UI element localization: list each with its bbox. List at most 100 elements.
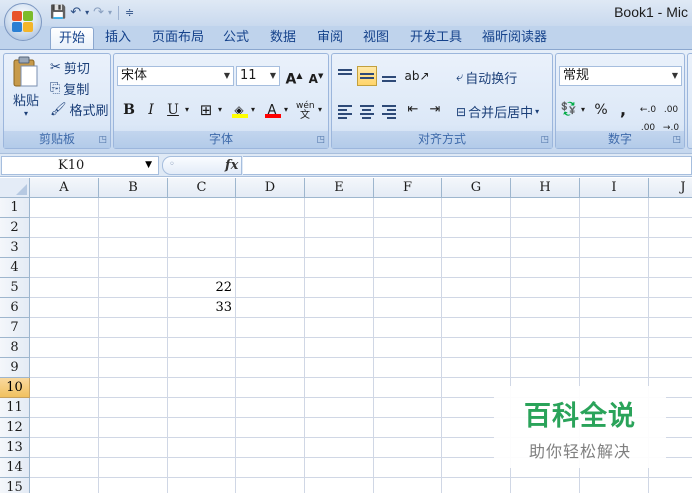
- row-header-12[interactable]: 12: [0, 418, 30, 438]
- column-header-i[interactable]: I: [580, 178, 649, 198]
- wrap-text-button[interactable]: ⤶ 自动换行: [456, 68, 517, 87]
- row-header-1[interactable]: 1: [0, 198, 30, 218]
- bold-button[interactable]: B: [119, 100, 139, 120]
- formula-input[interactable]: [243, 156, 692, 175]
- merge-center-button[interactable]: ⊟ 合并后居中 ▾: [456, 102, 539, 122]
- row-header-4[interactable]: 4: [0, 258, 30, 278]
- resize-handle-icon[interactable]: ◦: [169, 159, 175, 170]
- tab-insert[interactable]: 插入: [105, 26, 131, 49]
- underline-dropdown-icon[interactable]: ▾: [182, 100, 192, 120]
- format-painter-button[interactable]: 🖌 格式刷: [50, 100, 109, 119]
- tab-foxit-reader[interactable]: 福昕阅读器: [482, 26, 547, 49]
- align-right-button[interactable]: [379, 100, 399, 120]
- row-header-7[interactable]: 7: [0, 318, 30, 338]
- column-header-c[interactable]: C: [168, 178, 236, 198]
- alignment-launcher-icon[interactable]: ◳: [540, 135, 549, 145]
- column-header-a[interactable]: A: [30, 178, 99, 198]
- font-color-swatch: [265, 114, 281, 118]
- chevron-down-icon[interactable]: ▼: [145, 157, 152, 174]
- fill-color-button[interactable]: ◈: [229, 100, 249, 120]
- font-color-dropdown-icon[interactable]: ▾: [281, 100, 291, 120]
- row-header-15[interactable]: 15: [0, 478, 30, 493]
- insert-function-button[interactable]: fx: [225, 158, 238, 173]
- cell-c5[interactable]: 22: [168, 278, 235, 298]
- phonetic-guide-button[interactable]: wén 文: [295, 100, 315, 121]
- cut-button[interactable]: ✂ 剪切: [50, 58, 90, 77]
- tab-formulas[interactable]: 公式: [223, 26, 249, 49]
- top-align-button[interactable]: [335, 66, 355, 86]
- fill-color-dropdown-icon[interactable]: ▾: [248, 100, 258, 120]
- tab-data[interactable]: 数据: [270, 26, 296, 49]
- tab-view[interactable]: 视图: [363, 26, 389, 49]
- name-box-value: K10: [58, 158, 85, 173]
- name-box[interactable]: K10 ▼: [1, 156, 159, 175]
- underline-button[interactable]: U: [163, 100, 183, 120]
- align-left-button[interactable]: [335, 100, 355, 120]
- column-header-g[interactable]: G: [442, 178, 511, 198]
- middle-align-button[interactable]: [357, 66, 377, 86]
- increase-indent-icon: ⇥: [429, 102, 441, 117]
- copy-button[interactable]: ⎘ 复制: [50, 79, 89, 98]
- redo-icon[interactable]: ↷: [93, 4, 104, 22]
- tab-review[interactable]: 审阅: [317, 26, 343, 49]
- row-header-8[interactable]: 8: [0, 338, 30, 358]
- row-header-11[interactable]: 11: [0, 398, 30, 418]
- tab-home[interactable]: 开始: [50, 27, 95, 49]
- customize-qat-icon[interactable]: ≑: [125, 4, 134, 22]
- accounting-format-button[interactable]: 💱: [559, 100, 579, 120]
- cell-c6[interactable]: 33: [168, 298, 235, 318]
- row-header-14[interactable]: 14: [0, 458, 30, 478]
- row-header-5[interactable]: 5: [0, 278, 30, 298]
- number-format-combo[interactable]: 常规 ▼: [559, 66, 682, 86]
- row-header-3[interactable]: 3: [0, 238, 30, 258]
- column-header-j[interactable]: J: [649, 178, 692, 198]
- paste-button[interactable]: 粘贴 ▾: [8, 56, 44, 126]
- redo-dropdown-icon[interactable]: ▾: [108, 4, 112, 22]
- borders-icon[interactable]: ⊞: [196, 100, 216, 120]
- bottom-align-button[interactable]: [379, 66, 399, 86]
- font-launcher-icon[interactable]: ◳: [316, 135, 325, 145]
- accounting-dropdown-icon[interactable]: ▾: [578, 100, 588, 120]
- column-header-b[interactable]: B: [99, 178, 168, 198]
- column-header-h[interactable]: H: [511, 178, 580, 198]
- increase-decimal-button[interactable]: ←.0.00: [637, 100, 659, 133]
- row-header-2[interactable]: 2: [0, 218, 30, 238]
- font-size-combo[interactable]: 11 ▼: [236, 66, 280, 86]
- italic-button[interactable]: I: [141, 100, 161, 120]
- phonetic-dropdown-icon[interactable]: ▾: [315, 100, 325, 120]
- orientation-button[interactable]: ab↗: [403, 66, 431, 86]
- percent-style-button[interactable]: %: [591, 100, 611, 120]
- decrease-decimal-button[interactable]: .00 →.0: [660, 100, 682, 133]
- tab-page-layout[interactable]: 页面布局: [152, 26, 204, 49]
- undo-dropdown-icon[interactable]: ▾: [85, 4, 89, 22]
- increase-indent-button[interactable]: ⇥: [425, 100, 445, 120]
- font-color-button[interactable]: A: [262, 100, 282, 120]
- gridline-horizontal: [30, 317, 692, 318]
- row-header-13[interactable]: 13: [0, 438, 30, 458]
- font-name-combo[interactable]: 宋体 ▼: [117, 66, 234, 86]
- clipboard-launcher-icon[interactable]: ◳: [98, 135, 107, 145]
- row-header-10[interactable]: 10: [0, 378, 30, 398]
- grow-font-button[interactable]: A▲: [284, 66, 304, 88]
- select-all-button[interactable]: [0, 178, 30, 198]
- save-icon[interactable]: 💾: [50, 4, 66, 22]
- office-button[interactable]: [4, 3, 42, 41]
- tab-developer[interactable]: 开发工具: [410, 26, 462, 49]
- borders-dropdown-icon[interactable]: ▾: [215, 100, 225, 120]
- paste-dropdown-icon[interactable]: ▾: [24, 109, 28, 118]
- column-header-e[interactable]: E: [305, 178, 374, 198]
- orientation-icon: ab↗: [404, 69, 430, 83]
- row-header-6[interactable]: 6: [0, 298, 30, 318]
- comma-style-button[interactable]: ,: [613, 100, 633, 120]
- shrink-font-button[interactable]: A▼: [306, 66, 326, 86]
- decrease-indent-button[interactable]: ⇤: [403, 100, 423, 120]
- wrap-text-label: 自动换行: [465, 72, 518, 87]
- row-header-9[interactable]: 9: [0, 358, 30, 378]
- number-launcher-icon[interactable]: ◳: [672, 135, 681, 145]
- column-header-f[interactable]: F: [374, 178, 442, 198]
- styles-group: [687, 53, 692, 149]
- undo-icon[interactable]: ↶: [70, 4, 81, 22]
- merge-dropdown-icon[interactable]: ▾: [535, 107, 539, 116]
- align-center-button[interactable]: [357, 100, 377, 120]
- column-header-d[interactable]: D: [236, 178, 305, 198]
